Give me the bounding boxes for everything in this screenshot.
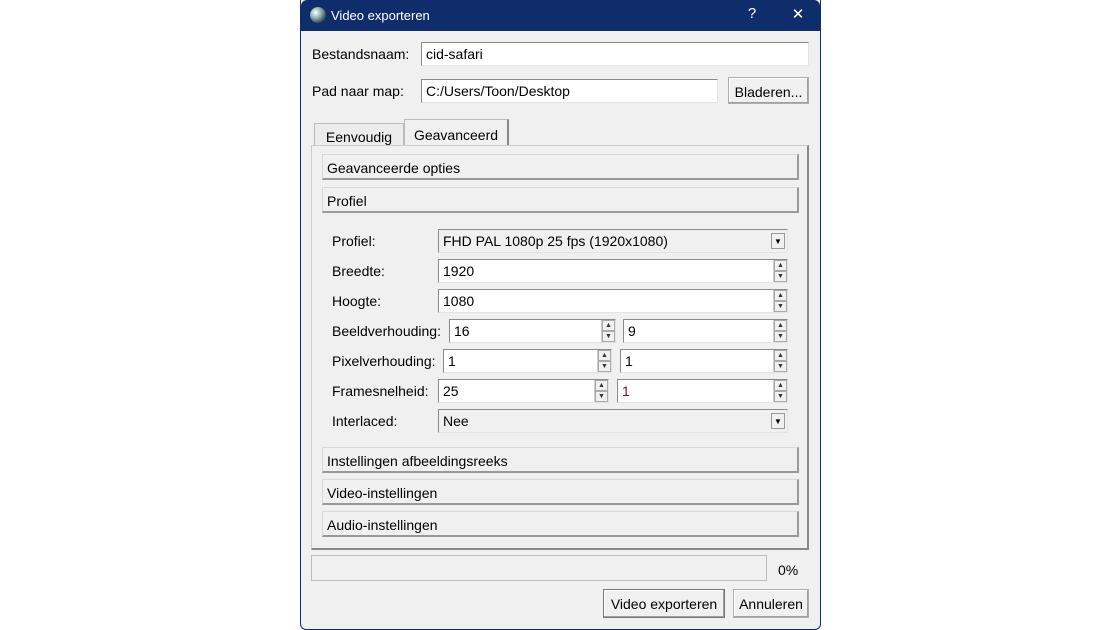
spin-arrows-icon[interactable]: ▲ ▼	[773, 350, 787, 372]
section-profile[interactable]: Profiel	[322, 187, 799, 213]
pixel-label: Pixelverhouding:	[332, 353, 436, 369]
profile-label: Profiel:	[332, 233, 376, 249]
spin-arrows-icon[interactable]: ▲ ▼	[773, 320, 787, 342]
cancel-button[interactable]: Annuleren	[733, 589, 809, 618]
width-spinbox[interactable]: 1920 ▲ ▼	[438, 259, 788, 283]
pixel-den-value: 1	[625, 353, 633, 369]
chevron-down-icon: ▼	[771, 233, 785, 249]
progress-text: 0%	[778, 562, 799, 578]
profile-value: FHD PAL 1080p 25 fps (1920x1080)	[443, 233, 668, 249]
aspect-den-value: 9	[628, 323, 636, 339]
path-label: Pad naar map:	[312, 83, 404, 99]
section-advanced-options[interactable]: Geavanceerde opties	[322, 154, 799, 180]
aspect-label: Beeldverhouding:	[332, 323, 441, 339]
tab-eenvoudig[interactable]: Eenvoudig	[314, 123, 404, 145]
section-audio[interactable]: Audio-instellingen	[322, 511, 799, 537]
title-bar: Video exporteren ? ✕	[301, 0, 820, 31]
interlaced-value: Nee	[443, 413, 469, 429]
help-button[interactable]: ?	[737, 5, 767, 22]
spin-arrows-icon[interactable]: ▲ ▼	[773, 260, 787, 282]
advanced-panel: Geavanceerde opties Profiel Profiel: FHD…	[311, 145, 809, 550]
path-input[interactable]: C:/Users/Toon/Desktop	[421, 79, 718, 103]
spin-arrows-icon[interactable]: ▲ ▼	[597, 350, 611, 372]
export-dialog: Video exporteren ? ✕ Bestandsnaam: cid-s…	[300, 0, 821, 630]
interlaced-select[interactable]: Nee ▼	[438, 409, 788, 433]
height-value: 1080	[443, 293, 475, 309]
width-label: Breedte:	[332, 263, 385, 279]
spin-arrows-icon[interactable]: ▲ ▼	[773, 290, 787, 312]
filename-input[interactable]: cid-safari	[421, 42, 809, 66]
height-spinbox[interactable]: 1080 ▲ ▼	[438, 289, 788, 313]
export-video-button[interactable]: Video exporteren	[603, 589, 725, 618]
profile-select[interactable]: FHD PAL 1080p 25 fps (1920x1080) ▼	[438, 229, 788, 253]
aspect-den-spinbox[interactable]: 9 ▲ ▼	[623, 319, 788, 343]
spin-arrows-icon[interactable]: ▲ ▼	[773, 380, 787, 402]
app-icon	[310, 7, 326, 23]
browse-button[interactable]: Bladeren...	[728, 77, 809, 104]
tab-geavanceerd[interactable]: Geavanceerd	[404, 119, 509, 146]
section-image-sequence[interactable]: Instellingen afbeeldingsreeks	[322, 447, 799, 473]
fps-den-value: 1	[622, 383, 630, 399]
close-button[interactable]: ✕	[783, 5, 813, 23]
spin-arrows-icon[interactable]: ▲ ▼	[601, 320, 615, 342]
aspect-num-value: 16	[454, 323, 470, 339]
fps-den-spinbox[interactable]: 1 ▲ ▼	[617, 379, 788, 403]
pixel-num-value: 1	[448, 353, 456, 369]
section-video[interactable]: Video-instellingen	[322, 479, 799, 505]
interlaced-label: Interlaced:	[332, 413, 398, 429]
export-progress-bar	[311, 555, 767, 581]
fps-num-value: 25	[443, 383, 459, 399]
aspect-num-spinbox[interactable]: 16 ▲ ▼	[449, 319, 616, 343]
chevron-down-icon: ▼	[771, 413, 785, 429]
filename-label: Bestandsnaam:	[312, 46, 410, 62]
height-label: Hoogte:	[332, 293, 382, 309]
width-value: 1920	[443, 263, 475, 279]
fps-label: Framesnelheid:	[332, 383, 429, 399]
pixel-den-spinbox[interactable]: 1 ▲ ▼	[620, 349, 788, 373]
fps-num-spinbox[interactable]: 25 ▲ ▼	[438, 379, 609, 403]
pixel-num-spinbox[interactable]: 1 ▲ ▼	[443, 349, 612, 373]
window-title: Video exporteren	[331, 8, 430, 23]
spin-arrows-icon[interactable]: ▲ ▼	[594, 380, 608, 402]
